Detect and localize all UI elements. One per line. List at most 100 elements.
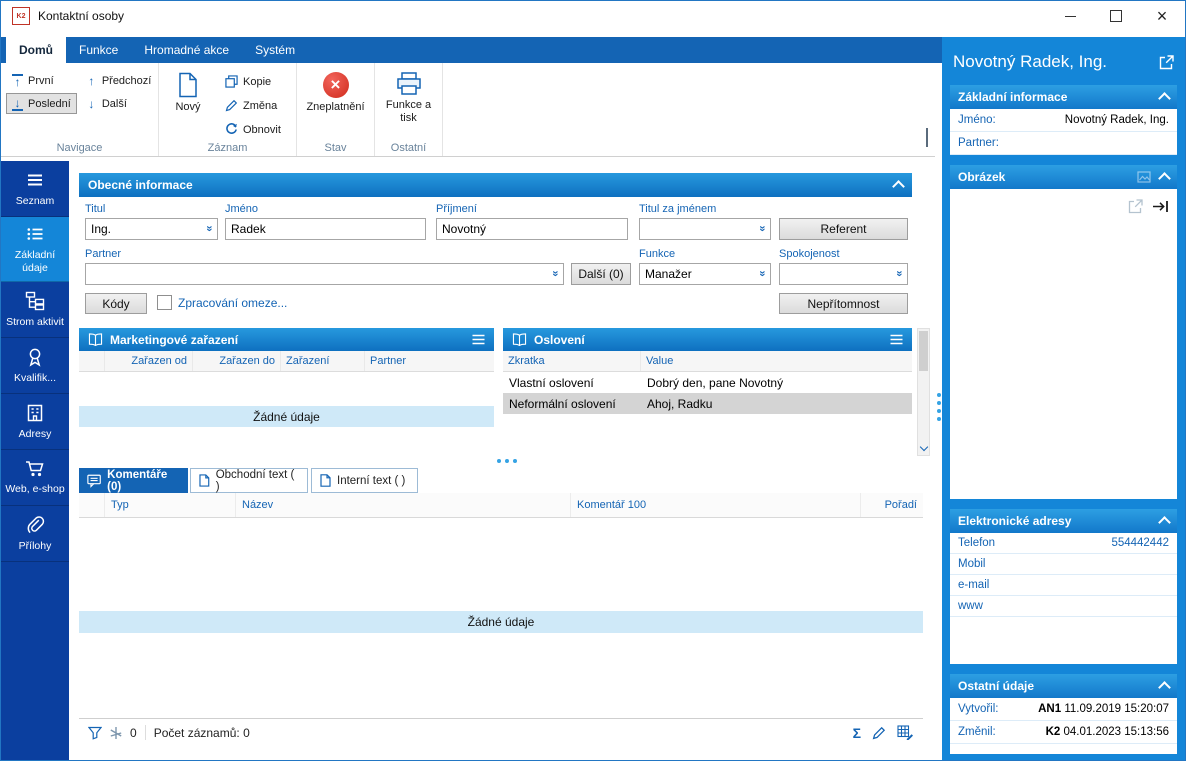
dropdown-icon[interactable]: « bbox=[756, 271, 768, 276]
edit-record-button[interactable]: Změna bbox=[219, 94, 289, 117]
dalsi-button[interactable]: Další (0) bbox=[571, 263, 631, 285]
collapse-chevron-icon[interactable] bbox=[1158, 92, 1171, 105]
column-header-empty[interactable] bbox=[79, 351, 105, 371]
collapse-chevron-icon[interactable] bbox=[892, 180, 905, 193]
sidebar-item-web-eshop[interactable]: Web, e-shop bbox=[1, 450, 69, 507]
osloveni-row[interactable]: Vlastní oslovení Dobrý den, pane Novotný bbox=[503, 372, 912, 393]
address-row-www[interactable]: www bbox=[950, 596, 1177, 617]
column-header-zkratka[interactable]: Zkratka bbox=[503, 351, 641, 371]
column-header-komentar[interactable]: Komentář 100 bbox=[571, 493, 861, 517]
tab-komentare[interactable]: Komentáře (0) bbox=[79, 468, 188, 493]
spokojenost-combobox[interactable]: « bbox=[779, 263, 908, 285]
ribbon-group-ostatni: Funkce a tisk Ostatní bbox=[375, 63, 443, 156]
panel-menu-icon[interactable] bbox=[472, 334, 485, 345]
dropdown-icon[interactable]: « bbox=[203, 226, 215, 231]
open-in-window-icon[interactable] bbox=[1159, 54, 1174, 70]
address-label: www bbox=[958, 600, 983, 612]
ribbon-tab-strip: Domů Funkce Hromadné akce Systém bbox=[1, 37, 942, 63]
column-header-typ[interactable]: Typ bbox=[105, 493, 236, 517]
tab-interni-text[interactable]: Interní text ( ) bbox=[311, 468, 418, 493]
scrollbar-thumb[interactable] bbox=[919, 331, 928, 371]
dalsi-button-label: Další (0) bbox=[578, 267, 624, 281]
refresh-record-button[interactable]: Obnovit bbox=[219, 118, 289, 141]
previous-record-button[interactable]: ↑ Předchozí bbox=[80, 70, 158, 91]
address-row-mobil[interactable]: Mobil bbox=[950, 554, 1177, 575]
sidebar-item-prilohy[interactable]: Přílohy bbox=[1, 506, 69, 563]
column-header-poradi[interactable]: Pořadí bbox=[861, 493, 923, 517]
copy-record-button[interactable]: Kopie bbox=[219, 70, 289, 93]
vertical-scrollbar[interactable] bbox=[917, 328, 930, 456]
kody-button[interactable]: Kódy bbox=[85, 293, 147, 314]
column-header-zarazen-do[interactable]: Zařazen do bbox=[193, 351, 281, 371]
previous-record-label: Předchozí bbox=[101, 74, 152, 87]
address-row-email[interactable]: e-mail bbox=[950, 575, 1177, 596]
ribbon-collapse-button[interactable] bbox=[926, 128, 928, 148]
nepritomnost-button[interactable]: Nepřítomnost bbox=[779, 293, 908, 314]
titul-za-jmenem-combobox[interactable]: « bbox=[639, 218, 771, 240]
address-row-telefon[interactable]: Telefon 554442442 bbox=[950, 533, 1177, 554]
scrollbar-down-button[interactable] bbox=[918, 441, 929, 455]
panel-menu-icon[interactable] bbox=[890, 334, 903, 345]
titul-combobox[interactable]: Ing. « bbox=[85, 218, 218, 240]
sidebar-item-adresy[interactable]: Adresy bbox=[1, 394, 69, 451]
window-close-button[interactable]: × bbox=[1139, 1, 1185, 31]
new-record-button[interactable]: Nový bbox=[165, 67, 211, 141]
dropdown-icon[interactable]: « bbox=[756, 226, 768, 231]
first-record-button[interactable]: ↑ První bbox=[6, 70, 77, 91]
prijmeni-input[interactable] bbox=[442, 222, 622, 236]
window-minimize-button[interactable] bbox=[1047, 1, 1093, 31]
sidebar-item-zakladni-udaje[interactable]: Základní údaje bbox=[1, 217, 69, 283]
marketing-panel: Marketingové zařazení Zařazen od Zařazen… bbox=[79, 328, 494, 456]
ribbon-tab-domu[interactable]: Domů bbox=[6, 37, 66, 63]
sidebar-item-seznam[interactable]: Seznam bbox=[1, 161, 69, 217]
right-panel-title-row: Novotný Radek, Ing. bbox=[950, 43, 1177, 81]
edit-icon[interactable] bbox=[872, 726, 886, 740]
window-maximize-button[interactable] bbox=[1093, 1, 1139, 31]
horizontal-splitter[interactable] bbox=[497, 459, 517, 463]
conditions-icon[interactable] bbox=[110, 726, 122, 739]
info-row-jmeno: Jméno: Novotný Radek, Ing. bbox=[950, 109, 1177, 132]
ribbon-tab-hromadne-akce[interactable]: Hromadné akce bbox=[131, 37, 242, 63]
app-window: K2 Kontaktní osoby × Domů Funkce Hromadn… bbox=[0, 0, 1186, 761]
referent-button[interactable]: Referent bbox=[779, 218, 908, 240]
section-header-obrazek: Obrázek bbox=[950, 165, 1177, 189]
column-header-empty[interactable] bbox=[79, 493, 105, 517]
ribbon-tab-system[interactable]: Systém bbox=[242, 37, 308, 63]
dropdown-icon[interactable]: « bbox=[893, 271, 905, 276]
zpracovani-checkbox[interactable] bbox=[157, 295, 172, 310]
column-header-nazev[interactable]: Název bbox=[236, 493, 571, 517]
open-image-icon[interactable] bbox=[1128, 199, 1143, 214]
fit-width-icon[interactable] bbox=[1152, 200, 1169, 213]
picture-icon[interactable] bbox=[1137, 171, 1151, 183]
vertical-splitter[interactable] bbox=[935, 63, 942, 760]
tab-obchodni-text[interactable]: Obchodní text ( ) bbox=[190, 468, 308, 493]
edit-table-icon[interactable] bbox=[897, 725, 914, 740]
filter-icon[interactable] bbox=[88, 726, 102, 740]
next-record-button[interactable]: ↓ Další bbox=[80, 93, 158, 114]
column-header-partner[interactable]: Partner bbox=[365, 351, 494, 371]
funkce-combobox[interactable]: Manažer « bbox=[639, 263, 771, 285]
section-elektronicke-adresy: Elektronické adresy Telefon 554442442 Mo… bbox=[950, 509, 1177, 664]
ribbon-tab-funkce[interactable]: Funkce bbox=[66, 37, 131, 63]
invalidate-button[interactable]: × Zneplatnění bbox=[303, 67, 368, 114]
dropdown-icon[interactable]: « bbox=[549, 271, 561, 276]
sidebar-item-label: Přílohy bbox=[18, 539, 52, 552]
last-record-button[interactable]: ↓ Poslední bbox=[6, 93, 77, 114]
sum-icon[interactable]: Σ bbox=[853, 726, 861, 740]
jmeno-input[interactable] bbox=[231, 222, 420, 236]
sidebar-item-strom-aktivit[interactable]: Strom aktivit bbox=[1, 282, 69, 339]
first-record-label: První bbox=[28, 74, 54, 87]
collapse-chevron-icon[interactable] bbox=[1158, 681, 1171, 694]
collapse-chevron-icon[interactable] bbox=[1158, 516, 1171, 529]
divider bbox=[144, 725, 146, 740]
sidebar-item-kvalifikace[interactable]: Kvalifik... bbox=[1, 338, 69, 395]
section-title: Ostatní údaje bbox=[958, 679, 1035, 693]
column-header-value[interactable]: Value bbox=[641, 351, 912, 371]
osloveni-row-selected[interactable]: Neformální oslovení Ahoj, Radku bbox=[503, 393, 912, 414]
column-header-zarazen-od[interactable]: Zařazen od bbox=[105, 351, 193, 371]
collapse-chevron-icon[interactable] bbox=[1158, 172, 1171, 185]
column-header-zarazeni[interactable]: Zařazení bbox=[281, 351, 365, 371]
functions-print-button[interactable]: Funkce a tisk bbox=[381, 67, 436, 125]
info-row-vytvoril: Vytvořil: AN1 11.09.2019 15:20:07 bbox=[950, 698, 1177, 721]
partner-combobox[interactable]: « bbox=[85, 263, 564, 285]
